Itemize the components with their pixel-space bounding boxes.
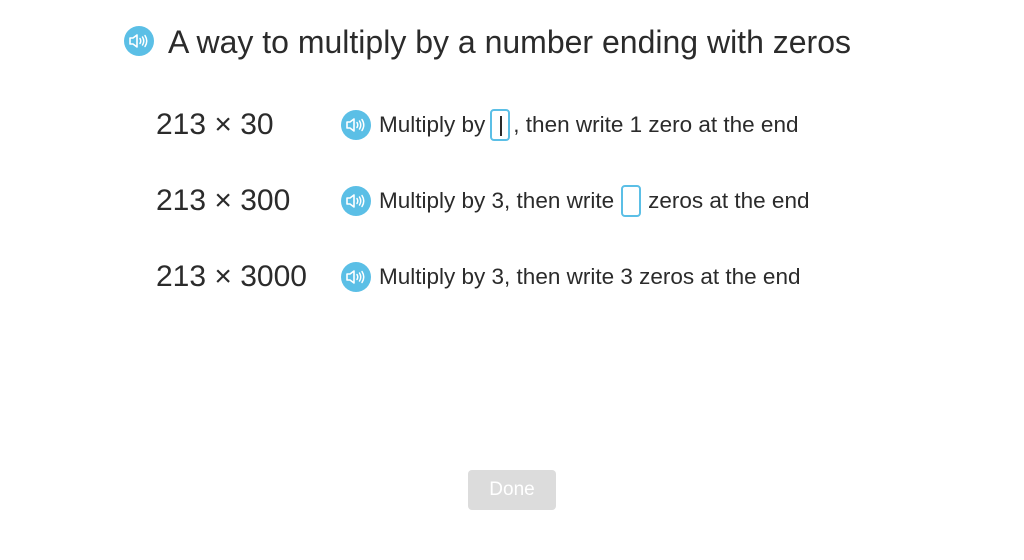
sentence-2: Multiply by 3, then write zeros at the e… xyxy=(379,181,809,221)
row-3-audio-button[interactable] xyxy=(341,262,371,292)
speaker-icon xyxy=(129,34,148,48)
speaker-icon xyxy=(346,194,365,208)
sentence-1-before: Multiply by xyxy=(379,112,486,137)
speaker-icon xyxy=(346,270,365,284)
expression-2: 213 × 300 xyxy=(156,184,291,217)
row-2-audio-button[interactable] xyxy=(341,186,371,216)
sentence-1: Multiply by , then write 1 zero at the e… xyxy=(379,105,798,145)
page-title: A way to multiply by a number ending wit… xyxy=(168,24,851,60)
sentence-2-before: Multiply by 3, then write xyxy=(379,188,615,213)
done-button[interactable]: Done xyxy=(468,470,556,510)
expression-3: 213 × 3000 xyxy=(156,260,307,293)
answer-box-2[interactable] xyxy=(621,185,642,217)
sentence-3: Multiply by 3, then write 3 zeros at the… xyxy=(379,257,800,297)
answer-box-1[interactable] xyxy=(490,109,511,141)
lesson-page: A way to multiply by a number ending wit… xyxy=(0,0,1024,560)
speaker-icon xyxy=(346,118,365,132)
row-1-audio-button[interactable] xyxy=(341,110,371,140)
sentence-2-after: zeros at the end xyxy=(648,188,810,213)
sentence-1-after: , then write 1 zero at the end xyxy=(513,112,799,137)
title-audio-button[interactable] xyxy=(124,26,154,56)
sentence-3-text: Multiply by 3, then write 3 zeros at the… xyxy=(379,264,801,289)
expression-1: 213 × 30 xyxy=(156,108,274,141)
